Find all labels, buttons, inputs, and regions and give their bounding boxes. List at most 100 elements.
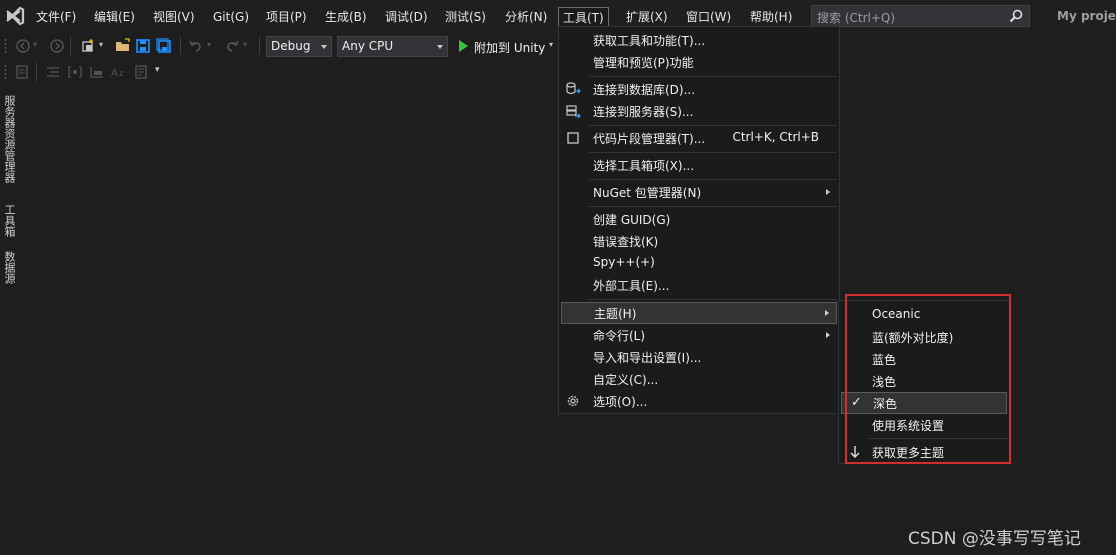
menu-separator bbox=[589, 179, 837, 180]
attach-dropdown-icon[interactable]: ▾ bbox=[549, 40, 553, 49]
side-tab-data-sources[interactable]: 数据源 bbox=[2, 251, 16, 284]
redo-icon[interactable] bbox=[224, 38, 240, 54]
menu-file[interactable]: 文件(F) bbox=[36, 8, 76, 26]
menu-window[interactable]: 窗口(W) bbox=[686, 8, 731, 26]
save-icon[interactable] bbox=[135, 38, 151, 54]
menu-git[interactable]: Git(G) bbox=[213, 8, 249, 26]
menu-item-label: 导入和导出设置(I)... bbox=[593, 351, 702, 365]
open-folder-icon[interactable] bbox=[115, 38, 131, 54]
back-dropdown-icon[interactable]: ▾ bbox=[33, 40, 37, 49]
document-icon[interactable] bbox=[14, 64, 30, 80]
toolbar-separator bbox=[70, 37, 71, 55]
menu-view[interactable]: 视图(V) bbox=[153, 8, 195, 26]
undo-dropdown-icon[interactable]: ▾ bbox=[207, 40, 211, 49]
menu-item-label: 错误查找(K) bbox=[593, 235, 659, 249]
menu-item-command-line[interactable]: 命令行(L) bbox=[559, 324, 839, 346]
undo-icon[interactable] bbox=[188, 38, 204, 54]
svg-text:A: A bbox=[111, 68, 118, 79]
menu-item-label: 自定义(C)... bbox=[593, 373, 659, 387]
redo-dropdown-icon[interactable]: ▾ bbox=[243, 40, 247, 49]
menu-tools[interactable]: 工具(T) bbox=[558, 7, 609, 28]
menu-item-label: 选择工具箱项(X)... bbox=[593, 159, 695, 173]
snippet-icon bbox=[567, 132, 579, 144]
toolbar-separator bbox=[36, 63, 37, 81]
menu-analyze[interactable]: 分析(N) bbox=[505, 8, 547, 26]
menu-item-external-tools[interactable]: 外部工具(E)... bbox=[559, 274, 839, 296]
menu-item-label: 连接到服务器(S)... bbox=[593, 105, 694, 119]
chevron-down-icon bbox=[321, 45, 327, 49]
search-box[interactable]: 搜索 (Ctrl+Q) bbox=[811, 5, 1030, 27]
submenu-arrow-icon bbox=[826, 189, 830, 195]
menu-item-label: NuGet 包管理器(N) bbox=[593, 186, 702, 200]
menu-item-label: Spy++(+) bbox=[593, 255, 655, 269]
menu-test[interactable]: 测试(S) bbox=[445, 8, 486, 26]
menu-item-error-lookup[interactable]: 错误查找(K) bbox=[559, 230, 839, 252]
menu-separator bbox=[589, 76, 837, 77]
submenu-arrow-icon bbox=[825, 310, 829, 316]
menu-item-shortcut: Ctrl+K, Ctrl+B bbox=[732, 130, 819, 144]
brackets-icon[interactable] bbox=[67, 64, 83, 80]
new-item-dropdown-icon[interactable]: ▾ bbox=[99, 40, 103, 49]
save-all-icon[interactable] bbox=[156, 38, 172, 54]
menu-item-choose-toolbox[interactable]: 选择工具箱项(X)... bbox=[559, 154, 839, 176]
highlight-annotation-box bbox=[845, 294, 1011, 464]
menu-item-get-tools[interactable]: 获取工具和功能(T)... bbox=[559, 29, 839, 51]
menu-separator bbox=[589, 206, 837, 207]
font-size-icon[interactable]: Az bbox=[110, 64, 126, 80]
attach-to-unity-button[interactable]: 附加到 Unity bbox=[474, 39, 545, 56]
back-icon[interactable] bbox=[15, 38, 31, 54]
menu-separator bbox=[589, 152, 837, 153]
menu-item-spy[interactable]: Spy++(+) bbox=[559, 252, 839, 274]
comment-icon[interactable] bbox=[133, 64, 149, 80]
search-icon[interactable] bbox=[1009, 9, 1023, 23]
menu-help[interactable]: 帮助(H) bbox=[750, 8, 792, 26]
menu-separator bbox=[589, 299, 837, 300]
play-icon[interactable] bbox=[455, 38, 471, 54]
menu-debug[interactable]: 调试(D) bbox=[385, 8, 428, 26]
platform-dropdown[interactable]: Any CPU bbox=[337, 36, 448, 57]
menu-item-label: 外部工具(E)... bbox=[593, 279, 670, 293]
side-tab-toolbox[interactable]: 工具箱 bbox=[2, 204, 16, 237]
configuration-dropdown[interactable]: Debug bbox=[266, 36, 332, 57]
server-icon bbox=[566, 105, 581, 119]
menu-item-create-guid[interactable]: 创建 GUID(G) bbox=[559, 208, 839, 230]
menu-edit[interactable]: 编辑(E) bbox=[94, 8, 135, 26]
menu-item-manage-preview[interactable]: 管理和预览(P)功能 bbox=[559, 51, 839, 73]
menu-item-label: 创建 GUID(G) bbox=[593, 213, 671, 227]
search-placeholder: 搜索 (Ctrl+Q) bbox=[817, 11, 896, 25]
menu-item-label: 主题(H) bbox=[594, 307, 637, 321]
menu-item-connect-database[interactable]: 连接到数据库(D)... bbox=[559, 78, 839, 100]
menu-item-connect-server[interactable]: 连接到服务器(S)... bbox=[559, 100, 839, 122]
toolbar-grip[interactable] bbox=[4, 64, 7, 80]
menu-item-label: 获取工具和功能(T)... bbox=[593, 34, 706, 48]
menu-separator bbox=[589, 125, 837, 126]
database-icon bbox=[566, 82, 581, 95]
format-icon[interactable] bbox=[45, 64, 61, 80]
menu-item-customize[interactable]: 自定义(C)... bbox=[559, 368, 839, 390]
menu-build[interactable]: 生成(B) bbox=[325, 8, 367, 26]
new-item-icon[interactable] bbox=[80, 38, 96, 54]
side-tab-server-explorer[interactable]: 服务器资源管理器 bbox=[2, 95, 16, 183]
chevron-down-icon bbox=[437, 45, 443, 49]
menu-item-nuget[interactable]: NuGet 包管理器(N) bbox=[559, 181, 839, 203]
gear-icon bbox=[567, 395, 579, 407]
menu-item-theme[interactable]: 主题(H) bbox=[561, 302, 837, 324]
menu-extensions[interactable]: 扩展(X) bbox=[626, 8, 668, 26]
toolbar-separator bbox=[180, 37, 181, 55]
menu-item-label: 管理和预览(P)功能 bbox=[593, 56, 694, 70]
tools-menu: 获取工具和功能(T)... 管理和预览(P)功能 连接到数据库(D)... 连接… bbox=[558, 26, 840, 414]
toolbar-overflow-icon[interactable]: ▾ bbox=[155, 65, 160, 75]
visual-studio-logo-icon[interactable] bbox=[4, 5, 26, 27]
submenu-arrow-icon bbox=[826, 332, 830, 338]
indent-icon[interactable] bbox=[89, 64, 105, 80]
menu-item-options[interactable]: 选项(O)... bbox=[559, 390, 839, 412]
menu-item-import-export[interactable]: 导入和导出设置(I)... bbox=[559, 346, 839, 368]
forward-icon[interactable] bbox=[49, 38, 65, 54]
toolbar-grip[interactable] bbox=[4, 38, 7, 54]
menu-item-label: 连接到数据库(D)... bbox=[593, 83, 696, 97]
menu-item-snippet-manager[interactable]: 代码片段管理器(T)... Ctrl+K, Ctrl+B bbox=[559, 127, 839, 149]
menu-item-label: 选项(O)... bbox=[593, 395, 648, 409]
toolbar-separator bbox=[259, 37, 260, 55]
watermark: CSDN @没事写写笔记 bbox=[908, 529, 1081, 549]
menu-project[interactable]: 项目(P) bbox=[266, 8, 307, 26]
